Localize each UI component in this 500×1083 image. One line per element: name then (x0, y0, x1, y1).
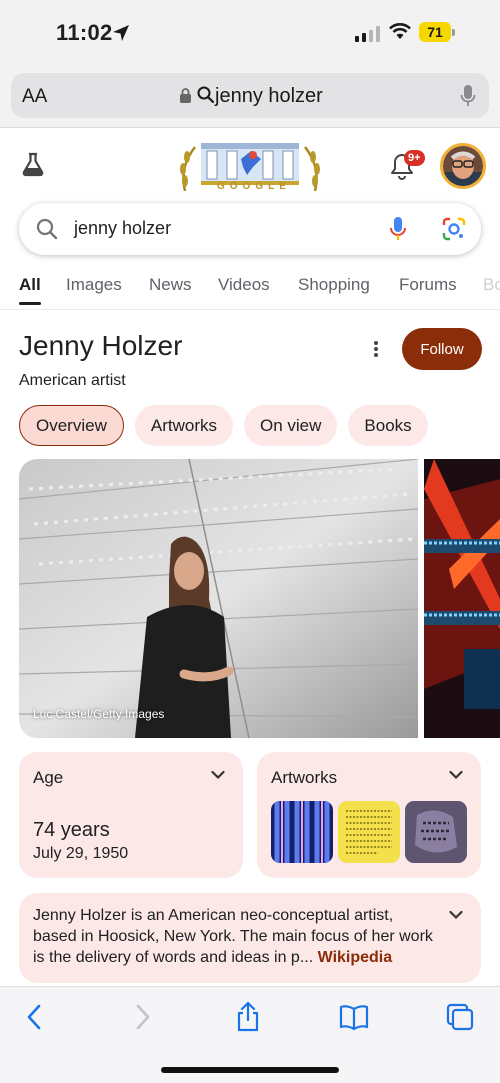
tabs-icon[interactable] (446, 1003, 474, 1031)
google-doodle[interactable]: GOOGLE (177, 137, 323, 197)
search-icon (197, 86, 215, 104)
share-icon[interactable] (234, 1001, 262, 1033)
tab-shopping[interactable]: Shopping (298, 275, 370, 295)
reader-aa-button[interactable]: AA (22, 86, 47, 108)
browser-address-area: AA jenny holzer (0, 66, 500, 128)
artwork-image (338, 801, 400, 863)
description-card[interactable]: Jenny Holzer is an American neo-conceptu… (19, 893, 481, 983)
chevron-down-icon[interactable] (211, 770, 225, 780)
age-label: Age (33, 768, 64, 787)
chevron-down-icon[interactable] (449, 910, 463, 920)
age-card[interactable]: Age 74 years July 29, 1950 (19, 752, 243, 878)
tab-all[interactable]: All (19, 275, 41, 305)
url-text[interactable]: jenny holzer (215, 85, 323, 108)
tab-images[interactable]: Images (66, 275, 122, 295)
account-avatar[interactable] (440, 143, 486, 189)
portrait-photo (19, 459, 418, 738)
forward-icon[interactable] (133, 1003, 153, 1031)
tab-videos[interactable]: Videos (218, 275, 270, 295)
back-icon[interactable] (24, 1003, 44, 1031)
artworks-label: Artworks (271, 768, 338, 787)
doodle-text: GOOGLE (217, 181, 291, 192)
birth-date: July 29, 1950 (33, 845, 129, 862)
search-input[interactable]: jenny holzer (74, 218, 171, 239)
more-options-icon[interactable] (372, 339, 380, 359)
chip-books[interactable]: Books (348, 405, 428, 446)
led-artwork-photo (424, 459, 500, 738)
image-caption: Luc Castel/Getty Images (33, 707, 165, 721)
tab-news[interactable]: News (149, 275, 192, 295)
wifi-icon (389, 23, 411, 39)
battery-level: 71 (419, 22, 451, 42)
cellular-signal-icon (355, 26, 380, 42)
entity-subtitle: American artist (19, 372, 126, 389)
labs-flask-icon[interactable] (20, 151, 46, 177)
search-box[interactable]: jenny holzer (19, 203, 481, 255)
artwork-thumbnail[interactable] (271, 801, 333, 863)
artworks-card[interactable]: Artworks (257, 752, 481, 878)
clock-time: 11:02 (56, 20, 113, 45)
chip-overview[interactable]: Overview (19, 405, 124, 446)
chip-artworks[interactable]: Artworks (134, 405, 233, 446)
artwork-image (405, 801, 467, 863)
lock-icon (180, 88, 191, 103)
entity-secondary-image[interactable] (424, 459, 500, 738)
wikipedia-link[interactable]: Wikipedia (318, 949, 393, 966)
artwork-thumbnails (271, 801, 467, 863)
artwork-thumbnail[interactable] (338, 801, 400, 863)
home-indicator[interactable] (161, 1067, 339, 1073)
battery-icon: 71 (419, 22, 455, 42)
tab-forums[interactable]: Forums (399, 275, 457, 295)
google-lens-icon[interactable] (441, 216, 467, 242)
entity-description: Jenny Holzer is an American neo-conceptu… (33, 905, 433, 968)
entity-main-image[interactable]: Luc Castel/Getty Images (19, 459, 418, 738)
chip-on-view[interactable]: On view (243, 405, 338, 446)
address-bar[interactable]: AA jenny holzer (11, 73, 489, 118)
voice-search-icon[interactable] (389, 216, 407, 242)
entity-title: Jenny Holzer (19, 330, 183, 361)
avatar-photo (443, 146, 483, 186)
entity-chips: Overview Artworks On view Books (19, 405, 428, 446)
bookmarks-icon[interactable] (338, 1003, 370, 1031)
status-bar: 11:02 71 (0, 0, 500, 66)
search-tabs: All Images News Videos Shopping Forums B… (0, 270, 500, 310)
location-arrow-icon (113, 25, 129, 41)
age-value: 74 years (33, 819, 110, 841)
notification-badge: 9+ (404, 150, 425, 166)
artwork-thumbnail[interactable] (405, 801, 467, 863)
microphone-icon[interactable] (460, 84, 476, 108)
tab-books[interactable]: Bo (483, 275, 500, 295)
search-icon (36, 218, 58, 240)
chevron-down-icon[interactable] (449, 770, 463, 780)
follow-button[interactable]: Follow (402, 328, 482, 370)
artwork-image (271, 801, 333, 863)
